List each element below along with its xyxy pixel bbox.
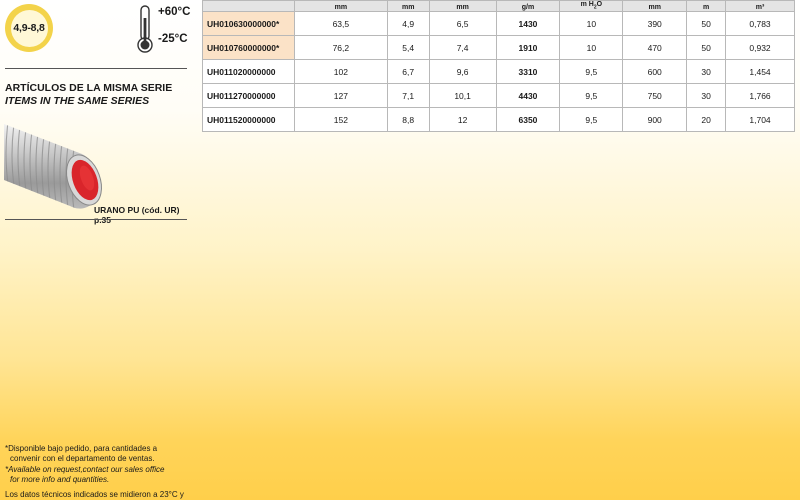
spec-value-cell: 0,783 [725,11,795,37]
spec-value-cell: 1,704 [725,107,795,133]
unit-header [202,0,295,13]
unit-header: mm [622,0,688,13]
product-code-cell[interactable]: UH011270000000 [202,83,295,109]
left-info-column: 4,9-8,8 +60°C -25°C ARTÍCULOS DE LA MISM… [0,0,192,500]
spec-value-cell: 50 [686,11,727,37]
spec-value-cell: 600 [622,59,688,85]
series-title-en: ITEMS IN THE SAME SERIES [5,95,150,107]
product-spec-table: mm mm mm g/m m H2O mm m m³ UH01063000000… [202,0,795,133]
unit-header: mm [293,0,388,13]
note-line: *Available on request,contact our sales … [5,465,165,474]
unit-header: mm [386,0,430,13]
spec-value-cell: 12 [428,107,497,133]
spec-value-cell: 4,9 [386,11,430,37]
temperature-min: -25°C [158,33,188,45]
spec-value-cell: 76,2 [293,35,388,61]
note-line: convenir con el departamento de ventas. [10,454,155,463]
note-line: for more info and quantities. [10,475,110,484]
spec-value-cell: 10,1 [428,83,497,109]
product-code-cell[interactable]: UH010630000000* [202,11,295,37]
unit-header: mm [428,0,497,13]
spec-value-cell: 3310 [495,59,561,85]
units-header-row: mm mm mm g/m m H2O mm m m³ [202,0,795,13]
spec-value-cell: 102 [293,59,388,85]
availability-note-en: *Available on request,contact our sales … [5,465,165,485]
spec-value-cell: 10 [559,11,624,37]
spec-value-cell: 1910 [495,35,561,61]
spec-value-cell: 6350 [495,107,561,133]
table-row: UH011520000000 152 8,8 12 6350 9,5 900 20 1,704 [202,107,795,133]
spec-value-cell: 5,4 [386,35,430,61]
spec-value-cell: 750 [622,83,688,109]
divider [5,68,187,69]
product-code-cell[interactable]: UH010760000000* [202,35,295,61]
temperature-max: +60°C [158,6,191,18]
spec-value-cell: 7,4 [428,35,497,61]
spec-value-cell: 1,454 [725,59,795,85]
spec-value-cell: 30 [686,59,727,85]
spec-value-cell: 20 [686,107,727,133]
divider [5,219,187,220]
spec-value-cell: 127 [293,83,388,109]
availability-note-es: *Disponible bajo pedido, para cantidades… [5,444,157,464]
spec-value-cell: 1,766 [725,83,795,109]
table-row: UH010630000000* 63,5 4,9 6,5 1430 10 390 50 0,78… [202,11,795,37]
unit-header: m H2O [559,0,624,13]
table-row: UH010760000000* 76,2 5,4 7,4 1910 10 470 50 0,93… [202,35,795,61]
spec-value-cell: 63,5 [293,11,388,37]
spec-value-cell: 9,5 [559,59,624,85]
spec-value-cell: 4430 [495,83,561,109]
thermometer-icon [137,5,153,53]
spec-value-cell: 6,5 [428,11,497,37]
spec-value-cell: 6,7 [386,59,430,85]
spec-value-cell: 9,5 [559,107,624,133]
unit-header: m³ [725,0,795,13]
pressure-badge: 4,9-8,8 [5,4,53,52]
series-title-es: ARTÍCULOS DE LA MISMA SERIE [5,82,173,94]
hose-product-image[interactable] [4,118,104,212]
note-line: *Disponible bajo pedido, para cantidades… [5,444,158,453]
spec-value-cell: 9,6 [428,59,497,85]
spec-value-cell: 152 [293,107,388,133]
product-code-cell[interactable]: UH011520000000 [202,107,295,133]
spec-value-cell: 1430 [495,11,561,37]
spec-value-cell: 50 [686,35,727,61]
product-code-cell[interactable]: UH011020000000 [202,59,295,85]
pressure-badge-label: 4,9-8,8 [10,9,48,47]
table-row: UH011270000000 127 7,1 10,1 4430 9,5 750 30 1,76… [202,83,795,109]
spec-value-cell: 470 [622,35,688,61]
spec-value-cell: 10 [559,35,624,61]
spec-value-cell: 30 [686,83,727,109]
table-row: UH011020000000 102 6,7 9,6 3310 9,5 600 30 1,454 [202,59,795,85]
spec-value-cell: 8,8 [386,107,430,133]
technical-data-note: Los datos técnicos indicados se midieron… [5,490,184,499]
spec-value-cell: 7,1 [386,83,430,109]
spec-value-cell: 0,932 [725,35,795,61]
spec-value-cell: 900 [622,107,688,133]
spec-value-cell: 9,5 [559,83,624,109]
unit-header: m [686,0,727,13]
series-product-caption[interactable]: URANO PU (cód. UR) p.35 [94,205,192,225]
unit-header: g/m [495,0,561,13]
spec-value-cell: 390 [622,11,688,37]
